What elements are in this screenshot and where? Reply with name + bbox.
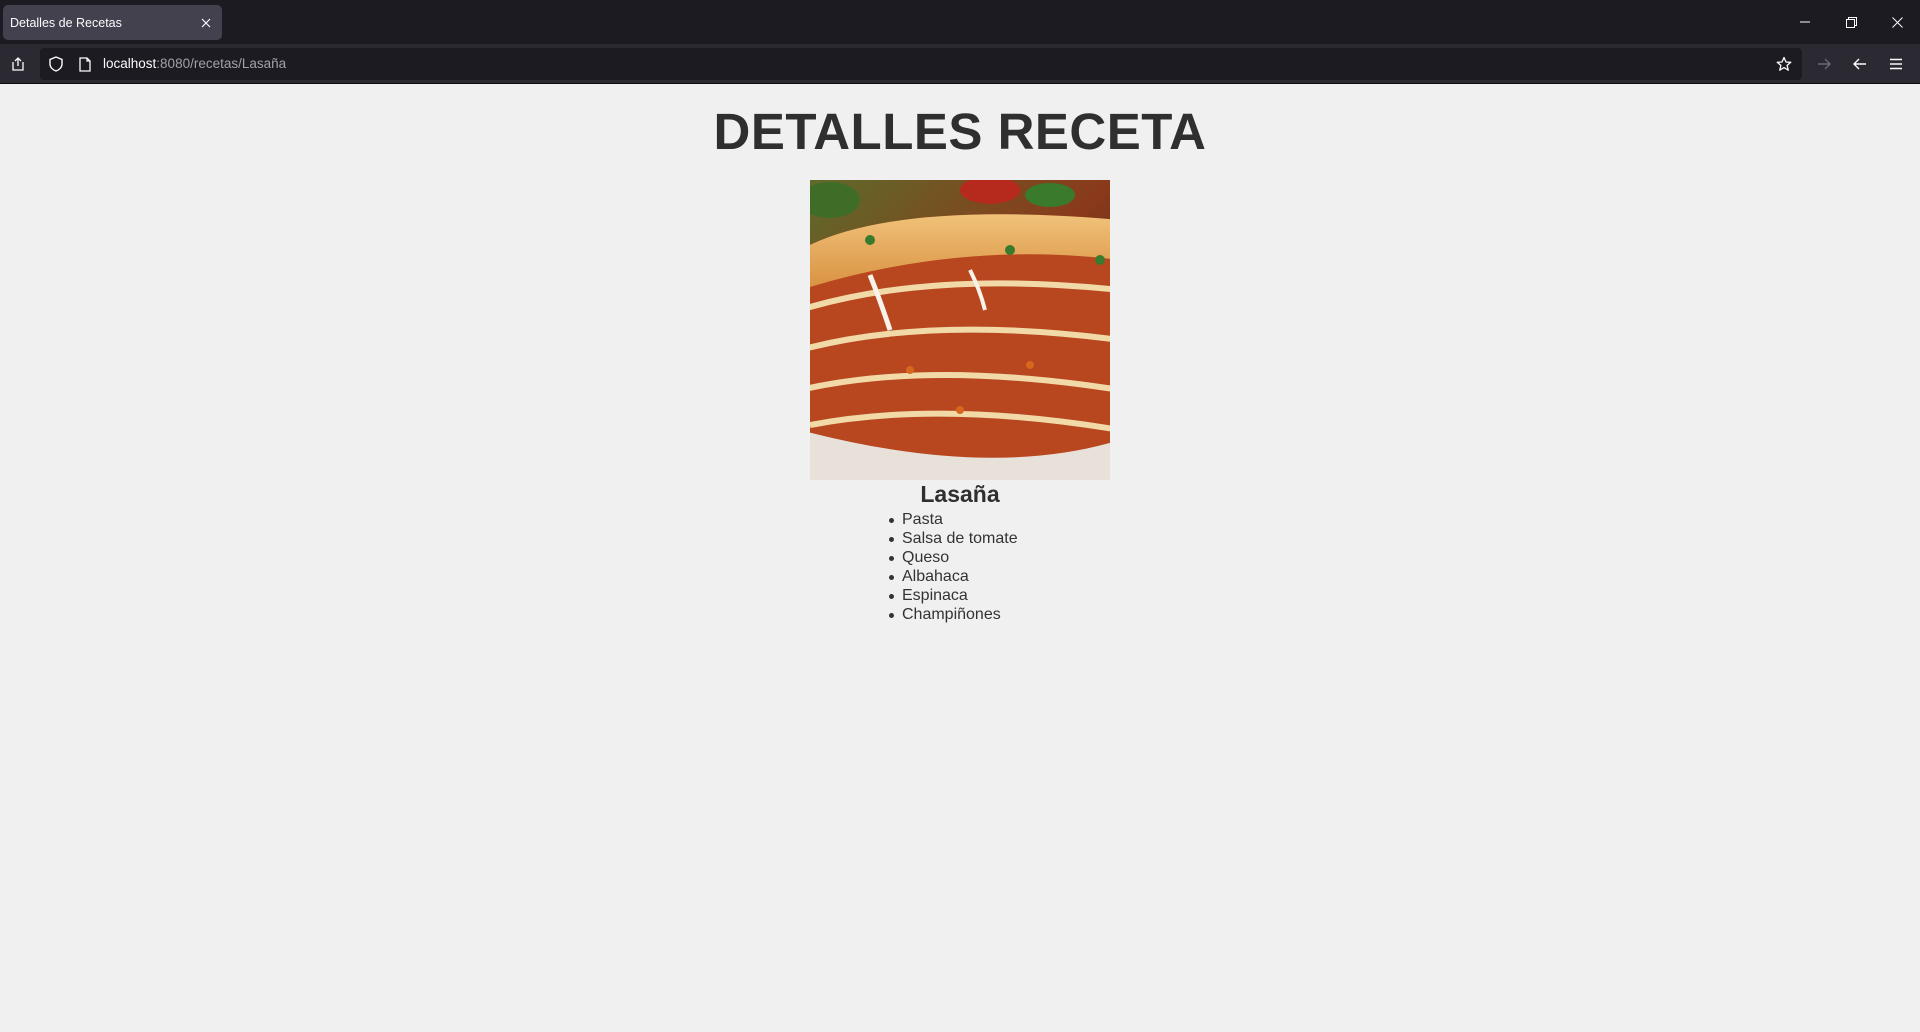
page-icon[interactable] xyxy=(73,52,97,76)
list-item: Albahaca xyxy=(889,567,1018,586)
back-arrow-icon[interactable] xyxy=(1848,52,1872,76)
menu-hamburger-icon[interactable] xyxy=(1884,52,1908,76)
recipe-image xyxy=(810,180,1110,480)
url-bar[interactable]: localhost:8080/recetas/Lasaña xyxy=(40,48,1802,80)
ingredient-list: Pasta Salsa de tomate Queso Albahaca Esp… xyxy=(889,510,1018,624)
list-item: Champiñones xyxy=(889,605,1018,624)
browser-navbar: localhost:8080/recetas/Lasaña xyxy=(0,44,1920,84)
window-controls xyxy=(1782,0,1920,44)
sidebar-toggle-icon[interactable] xyxy=(6,52,30,76)
list-item: Pasta xyxy=(889,510,1018,529)
restore-icon[interactable] xyxy=(1828,0,1874,44)
shield-icon[interactable] xyxy=(44,52,68,76)
list-item: Espinaca xyxy=(889,586,1018,605)
url-host: localhost xyxy=(103,56,157,71)
close-window-icon[interactable] xyxy=(1874,0,1920,44)
recipe-name: Lasaña xyxy=(920,481,1000,507)
list-item: Salsa de tomate xyxy=(889,530,1018,547)
page-title: DETALLES RECETA xyxy=(713,103,1207,160)
bookmark-star-icon[interactable] xyxy=(1772,52,1796,76)
tab-title: Detalles de Recetas xyxy=(10,15,122,30)
close-tab-icon[interactable] xyxy=(193,10,219,36)
browser-titlebar: Detalles de Recetas xyxy=(0,0,1920,44)
forward-arrow-icon[interactable] xyxy=(1812,52,1836,76)
minimize-icon[interactable] xyxy=(1782,0,1828,44)
list-item: Queso xyxy=(889,548,1018,567)
browser-tab[interactable]: Detalles de Recetas xyxy=(3,5,222,40)
page-content: DETALLES RECETA Lasaña Pasta Salsa de to… xyxy=(0,85,1920,1032)
url-text[interactable]: localhost:8080/recetas/Lasaña xyxy=(103,56,286,71)
url-path: :8080/recetas/Lasaña xyxy=(156,56,287,71)
